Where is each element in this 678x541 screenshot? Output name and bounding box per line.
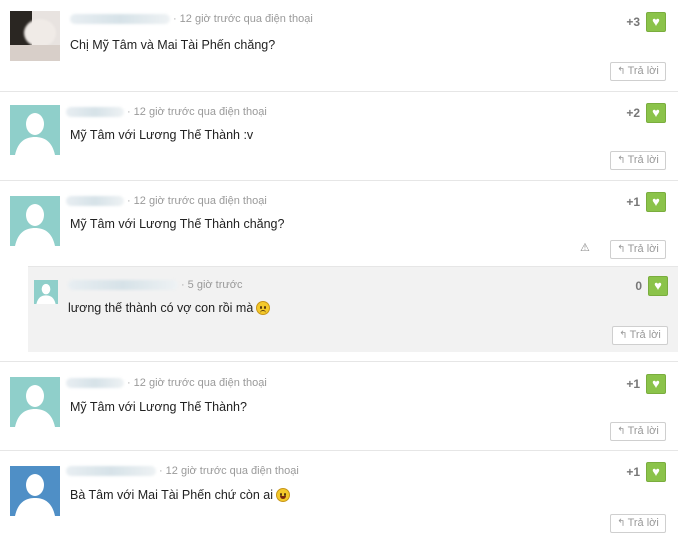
heart-icon: ♥ — [652, 376, 660, 391]
vote-group: +2 ♥ — [606, 103, 666, 123]
username-blurred[interactable] — [70, 14, 170, 25]
comment-meta: · 12 giờ trước qua điện thoại — [66, 465, 299, 479]
timestamp: 5 giờ trước — [187, 279, 243, 291]
avatar[interactable] — [10, 196, 60, 246]
reply-button[interactable]: ↰ Trả lời — [610, 240, 666, 259]
like-button[interactable]: ♥ — [646, 374, 666, 394]
like-button[interactable]: ♥ — [646, 12, 666, 32]
reply-arrow-icon: ↰ — [619, 330, 628, 341]
reply-label: Trả lời — [627, 243, 659, 255]
comment-5: · 12 giờ trước qua điện thoại Bà Tâm với … — [0, 451, 678, 541]
reply-button[interactable]: ↰ Trả lời — [610, 62, 666, 81]
default-avatar-icon — [10, 196, 60, 246]
comment-meta: · 12 giờ trước qua điện thoại — [66, 377, 267, 391]
avatar[interactable] — [10, 11, 60, 61]
comment-text-content: lương thế thành có vợ con rồi mà — [68, 301, 254, 315]
comment-text: lương thế thành có vợ con rồi mà — [68, 301, 271, 315]
timestamp: 12 giờ trước qua điện thoại — [165, 465, 299, 477]
reply-button[interactable]: ↰ Trả lời — [612, 326, 668, 345]
avatar[interactable] — [34, 280, 58, 304]
username-blurred[interactable] — [66, 196, 124, 207]
vote-score: +3 — [626, 15, 640, 29]
comment-text: Bà Tâm với Mai Tài Phến chứ còn ai — [70, 488, 290, 502]
reply-label: Trả lời — [627, 425, 659, 437]
heart-icon: ♥ — [652, 105, 660, 120]
comment-text: Mỹ Tâm với Lương Thế Thành? — [70, 400, 247, 414]
avatar[interactable] — [10, 466, 60, 516]
vote-group: +3 ♥ — [606, 12, 666, 32]
username-blurred[interactable] — [66, 378, 124, 389]
like-button[interactable]: ♥ — [646, 462, 666, 482]
avatar[interactable] — [10, 377, 60, 427]
reply-arrow-icon: ↰ — [617, 66, 626, 77]
reply-arrow-icon: ↰ — [617, 244, 626, 255]
vote-group: 0 ♥ — [608, 276, 668, 296]
username-blurred[interactable] — [68, 280, 178, 291]
username-blurred[interactable] — [66, 107, 124, 118]
reply-label: Trả lời — [627, 517, 659, 529]
heart-icon: ♥ — [654, 278, 662, 293]
reply-arrow-icon: ↰ — [617, 518, 626, 529]
comment-2: · 12 giờ trước qua điện thoại Mỹ Tâm với … — [0, 92, 678, 181]
vote-score: +1 — [626, 465, 640, 479]
reply-button[interactable]: ↰ Trả lời — [610, 514, 666, 533]
vote-score: +1 — [626, 377, 640, 391]
avatar[interactable] — [10, 105, 60, 155]
reply-button[interactable]: ↰ Trả lời — [610, 151, 666, 170]
timestamp: 12 giờ trước qua điện thoại — [179, 13, 313, 25]
avatar-photo-icon — [10, 11, 60, 61]
comment-meta: · 12 giờ trước qua điện thoại — [66, 106, 267, 120]
comment-meta: · 12 giờ trước qua điện thoại — [70, 13, 313, 27]
comment-text-content: Bà Tâm với Mai Tài Phến chứ còn ai — [70, 488, 273, 502]
laughing-emoji-icon — [276, 488, 290, 502]
comment-meta: · 12 giờ trước qua điện thoại — [66, 195, 267, 209]
heart-icon: ♥ — [652, 14, 660, 29]
username-blurred[interactable] — [66, 466, 156, 477]
timestamp: 12 giờ trước qua điện thoại — [133, 106, 267, 118]
comment-text: Mỹ Tâm với Lương Thế Thành chăng? — [70, 217, 285, 231]
vote-group: +1 ♥ — [606, 374, 666, 394]
heart-icon: ♥ — [652, 464, 660, 479]
vote-score: +2 — [626, 106, 640, 120]
comment-3: · 12 giờ trước qua điện thoại Mỹ Tâm với … — [0, 181, 678, 266]
comment-text: Chị Mỹ Tâm và Mai Tài Phến chăng? — [70, 38, 276, 52]
reply-arrow-icon: ↰ — [617, 155, 626, 166]
comment-1: · 12 giờ trước qua điện thoại Chị Mỹ Tâm … — [0, 0, 678, 92]
comment-4: · 12 giờ trước qua điện thoại Mỹ Tâm với … — [0, 361, 678, 451]
report-warning-icon[interactable]: ⚠ — [580, 242, 592, 254]
comment-text: Mỹ Tâm với Lương Thế Thành :v — [70, 128, 254, 142]
reply-button[interactable]: ↰ Trả lời — [610, 422, 666, 441]
heart-icon: ♥ — [652, 194, 660, 209]
vote-group: +1 ♥ — [606, 462, 666, 482]
like-button[interactable]: ♥ — [646, 103, 666, 123]
vote-score: +1 — [626, 195, 640, 209]
reply-label: Trả lời — [629, 329, 661, 341]
reply-label: Trả lời — [627, 65, 659, 77]
sad-face-emoji-icon — [256, 301, 271, 315]
reply-label: Trả lời — [627, 154, 659, 166]
default-avatar-icon — [10, 105, 60, 155]
timestamp: 12 giờ trước qua điện thoại — [133, 377, 267, 389]
comment-meta: · 5 giờ trước — [68, 279, 242, 293]
default-avatar-icon — [10, 377, 60, 427]
default-avatar-icon — [34, 280, 58, 304]
default-avatar-icon — [10, 466, 60, 516]
like-button[interactable]: ♥ — [648, 276, 668, 296]
reply-comment: · 5 giờ trước lương thế thành có vợ con r… — [28, 266, 678, 352]
vote-score: 0 — [635, 279, 642, 293]
reply-arrow-icon: ↰ — [617, 426, 626, 437]
like-button[interactable]: ♥ — [646, 192, 666, 212]
vote-group: +1 ♥ — [606, 192, 666, 212]
timestamp: 12 giờ trước qua điện thoại — [133, 195, 267, 207]
